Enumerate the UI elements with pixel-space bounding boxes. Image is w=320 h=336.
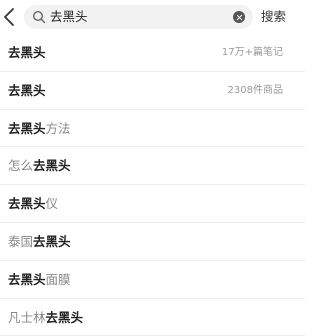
- search-input[interactable]: 去黑头: [24, 5, 253, 29]
- suggestion-text: 去黑头方法: [8, 110, 71, 147]
- suggestion-suffix: 面膜: [45, 271, 71, 287]
- suggestion-count: 2308件商品: [227, 84, 283, 96]
- search-query-text: 去黑头: [50, 9, 88, 24]
- suggestion-item[interactable]: 凡士林去黑头: [0, 299, 305, 336]
- suggestion-keyword: 去黑头: [33, 158, 71, 174]
- search-button[interactable]: 搜索: [261, 5, 286, 29]
- suggestion-text: 去黑头: [8, 34, 46, 71]
- suggestion-text: 怎么去黑头: [8, 147, 71, 184]
- chevron-left-icon[interactable]: [2, 6, 18, 28]
- suggestion-text: 去黑头仪: [8, 185, 58, 222]
- search-icon: [32, 10, 46, 24]
- suggestion-prefix: 泰国: [8, 233, 34, 249]
- suggestion-item[interactable]: 去黑头 17万+篇笔记: [0, 34, 305, 72]
- suggestion-prefix: 凡士林: [8, 309, 46, 325]
- suggestion-item[interactable]: 去黑头方法: [0, 110, 305, 148]
- suggestion-item[interactable]: 去黑头 2308件商品: [0, 72, 305, 110]
- suggestion-keyword: 去黑头: [8, 271, 46, 287]
- suggestion-keyword: 去黑头: [8, 196, 46, 212]
- suggestion-text: 凡士林去黑头: [8, 299, 83, 336]
- suggestion-text: 去黑头: [8, 72, 46, 109]
- suggestion-suffix: 仪: [45, 196, 59, 212]
- suggestion-keyword: 去黑头: [8, 120, 46, 136]
- suggestion-keyword: 去黑头: [8, 82, 46, 98]
- suggestion-keyword: 去黑头: [8, 45, 46, 60]
- clear-icon[interactable]: [233, 11, 245, 23]
- search-header: 去黑头 搜索: [0, 0, 305, 34]
- suggestion-text: 去黑头面膜: [8, 261, 71, 298]
- suggestion-keyword: 去黑头: [45, 309, 84, 325]
- suggestion-text: 泰国去黑头: [8, 223, 71, 260]
- suggestion-prefix: 怎么: [8, 158, 34, 174]
- suggestion-item[interactable]: 去黑头面膜: [0, 261, 305, 299]
- suggestion-count: 17万+篇笔记: [221, 47, 283, 58]
- suggestion-item[interactable]: 泰国去黑头: [0, 223, 305, 261]
- suggestion-keyword: 去黑头: [33, 233, 71, 249]
- suggestion-item[interactable]: 怎么去黑头: [0, 147, 305, 186]
- suggestion-item[interactable]: 去黑头仪: [0, 185, 305, 223]
- suggestion-list: 去黑头 17万+篇笔记 去黑头 2308件商品 去黑头方法 怎么去黑头 去黑头仪…: [0, 34, 305, 336]
- suggestion-suffix: 方法: [45, 120, 71, 136]
